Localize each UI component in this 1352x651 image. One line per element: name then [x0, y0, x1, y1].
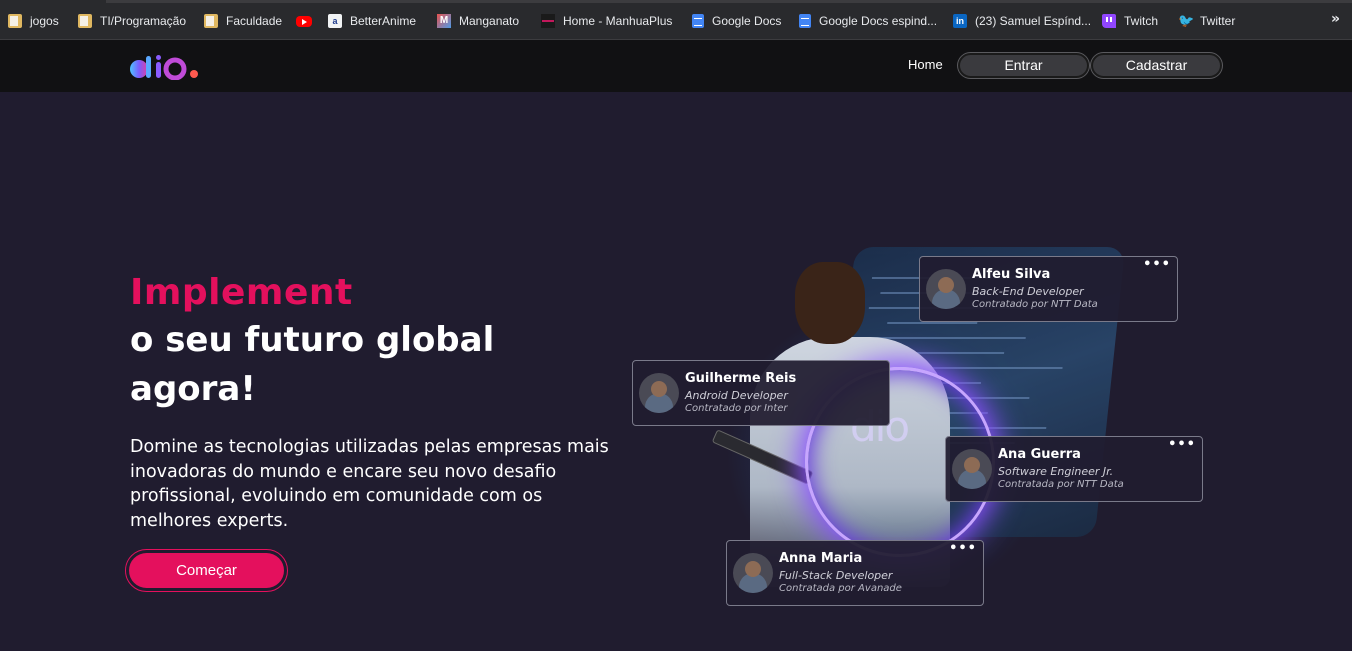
more-bookmarks-button[interactable]: » [1331, 11, 1340, 27]
bookmark-jogos[interactable]: jogos [8, 12, 59, 30]
start-button[interactable]: Começar [125, 549, 288, 592]
bookmark-label: jogos [30, 14, 59, 28]
bookmark-label: Google Docs espind... [819, 14, 938, 28]
start-button-label: Começar [129, 553, 284, 588]
bookmark-ti-programacao[interactable]: TI/Programação [78, 12, 186, 30]
folder-icon [78, 14, 92, 28]
bookmark-label: BetterAnime [350, 14, 417, 28]
avatar [639, 373, 679, 413]
bookmark-label: Faculdade [226, 14, 283, 28]
profile-role: Back-End Developer [972, 285, 1084, 298]
bookmark-label: Home - ManhuaPlus [563, 14, 673, 28]
bookmark-google-docs-espind[interactable]: Google Docs espind... [799, 12, 937, 30]
profile-card: Guilherme Reis Android Developer Contrat… [632, 360, 890, 426]
bookmark-label: Manganato [459, 14, 520, 28]
bookmark-label: Google Docs [712, 14, 782, 28]
profile-name: Alfeu Silva [972, 267, 1051, 282]
login-button[interactable]: Entrar [958, 53, 1089, 78]
profile-card: Alfeu Silva Back-End Developer Contratad… [919, 256, 1178, 322]
folder-icon [8, 14, 22, 28]
hero-title-line: o seu futuro global [130, 320, 495, 360]
profile-name: Anna Maria [779, 551, 863, 566]
bookmark-label: TI/Programação [100, 14, 187, 28]
avatar [733, 553, 773, 593]
youtube-icon [296, 15, 312, 27]
bookmark-twitch[interactable]: Twitch [1102, 12, 1158, 30]
hero-title-accent: Implement [130, 272, 353, 313]
signup-button[interactable]: Cadastrar [1091, 53, 1222, 78]
hero-section: Implement o seu futuro global agora! Dom… [0, 92, 1352, 651]
profile-role: Android Developer [685, 389, 788, 402]
betteranime-icon: a [328, 14, 342, 28]
profile-card: Ana Guerra Software Engineer Jr. Contrat… [945, 436, 1203, 502]
google-docs-icon [799, 14, 811, 28]
nav-home-link[interactable]: Home [908, 57, 943, 72]
bookmark-twitter[interactable]: 🐦 Twitter [1178, 12, 1235, 30]
bookmark-label: (23) Samuel Espínd... [975, 14, 1092, 28]
twitter-icon: 🐦 [1178, 13, 1195, 28]
bookmark-label: Twitter [1200, 14, 1236, 28]
profile-hired-by: Contratado por Inter [685, 403, 788, 414]
more-options-icon: ••• [949, 541, 977, 556]
more-options-icon: ••• [1143, 257, 1171, 272]
hero-title-line: agora! [130, 369, 256, 409]
profile-name: Ana Guerra [998, 447, 1081, 462]
bookmarks-bar: jogos TI/Programação Faculdade a BetterA… [0, 0, 1352, 40]
google-docs-icon [692, 14, 704, 28]
bookmark-manhuaplus[interactable]: Home - ManhuaPlus [541, 12, 672, 30]
avatar [952, 449, 992, 489]
manhuaplus-icon [541, 14, 555, 28]
site-header: Home Entrar Cadastrar [0, 40, 1352, 92]
profile-role: Full-Stack Developer [779, 569, 893, 582]
bookmark-label: Twitch [1124, 14, 1159, 28]
profile-card: Anna Maria Full-Stack Developer Contrata… [726, 540, 984, 606]
dio-logo[interactable] [129, 54, 201, 80]
manganato-icon: M [437, 14, 451, 28]
avatar [926, 269, 966, 309]
more-options-icon: ••• [1168, 437, 1196, 452]
linkedin-icon: in [953, 14, 967, 28]
profile-hired-by: Contratada por NTT Data [998, 479, 1124, 490]
bookmark-youtube[interactable] [296, 12, 320, 30]
bookmark-betteranime[interactable]: a BetterAnime [328, 12, 416, 30]
profile-hired-by: Contratado por NTT Data [972, 299, 1098, 310]
profile-name: Guilherme Reis [685, 371, 797, 386]
hero-description: Domine as tecnologias utilizadas pelas e… [130, 437, 609, 531]
person-head [795, 262, 865, 344]
bookmark-linkedin[interactable]: in (23) Samuel Espínd... [953, 12, 1091, 30]
bookmark-manganato[interactable]: M Manganato [437, 12, 519, 30]
bookmark-faculdade[interactable]: Faculdade [204, 12, 282, 30]
folder-icon [204, 14, 218, 28]
twitch-icon [1102, 14, 1116, 28]
profile-hired-by: Contratada por Avanade [779, 583, 902, 594]
tab-strip-edge [106, 0, 1352, 3]
bookmark-google-docs[interactable]: Google Docs [692, 12, 781, 30]
profile-role: Software Engineer Jr. [998, 465, 1114, 478]
